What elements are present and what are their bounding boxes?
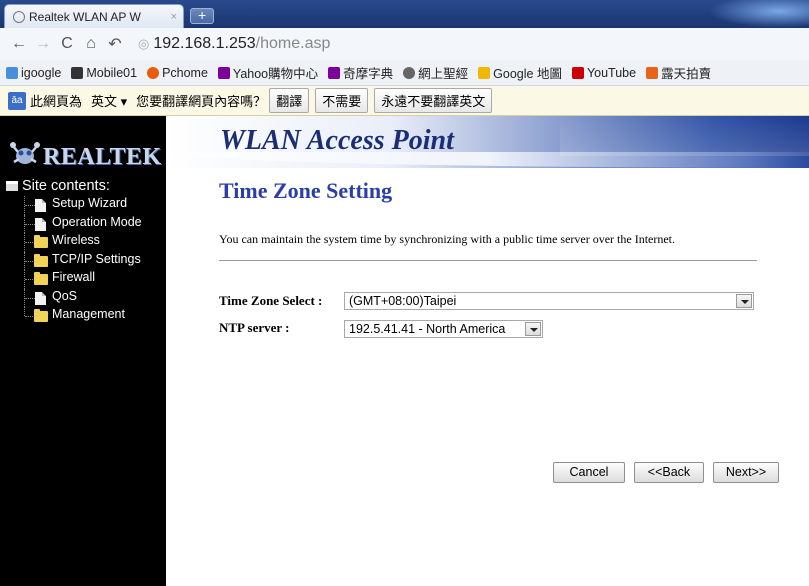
page-icon bbox=[35, 217, 46, 231]
back-button[interactable]: <<Back bbox=[634, 462, 704, 483]
page-icon bbox=[35, 199, 46, 212]
root-icon bbox=[6, 181, 18, 191]
translate-icon: āa bbox=[8, 91, 26, 110]
tab-title: Realtek WLAN AP W bbox=[29, 9, 141, 24]
bookmark-igoogle[interactable]: igoogle bbox=[6, 66, 61, 80]
translate-button[interactable]: 翻譯 bbox=[269, 88, 310, 113]
folder-icon bbox=[34, 235, 48, 248]
translate-bar: āa 此網頁為 英文 ▾ 您要翻譯網頁內容嗎？ 翻譯 不需要 永遠不要翻譯英文 bbox=[0, 86, 809, 116]
realtek-logo: REALTEK bbox=[10, 138, 162, 174]
url-path: /home.asp bbox=[255, 35, 331, 52]
timezone-select[interactable]: (GMT+08:00)Taipei bbox=[344, 292, 754, 310]
bookmark-mobile01[interactable]: Mobile01 bbox=[71, 66, 137, 80]
reload-icon[interactable]: C bbox=[58, 35, 76, 53]
yahoo-icon bbox=[328, 66, 341, 79]
language-dropdown[interactable]: 英文 ▾ bbox=[85, 89, 133, 112]
folder-icon bbox=[34, 309, 48, 322]
ntp-server-select[interactable]: 192.5.41.41 - North America bbox=[344, 320, 543, 338]
address-bar[interactable]: ◎ 192.168.1.253 /home.asp bbox=[138, 35, 330, 53]
divider bbox=[219, 260, 757, 261]
pchome-icon bbox=[147, 66, 160, 79]
window-glow bbox=[709, 0, 809, 28]
tree-root: Site contents: bbox=[6, 178, 142, 196]
back-arrow-icon[interactable]: ← bbox=[10, 35, 28, 53]
page-title: Time Zone Setting bbox=[219, 178, 393, 203]
home-icon[interactable]: ⌂ bbox=[82, 35, 100, 53]
bookmark-pchome[interactable]: Pchome bbox=[147, 66, 208, 80]
page-info-icon: ◎ bbox=[138, 36, 150, 51]
sidebar-item-qos[interactable]: QoS bbox=[6, 288, 142, 307]
ruten-icon bbox=[646, 66, 659, 79]
maps-icon bbox=[478, 66, 491, 79]
no-translate-button[interactable]: 不需要 bbox=[315, 88, 369, 113]
page-icon bbox=[35, 291, 46, 305]
igoogle-icon bbox=[6, 66, 18, 79]
chevron-down-icon[interactable] bbox=[525, 322, 541, 336]
bookmark-youtube[interactable]: YouTube bbox=[571, 66, 636, 80]
browser-tab-strip: Realtek WLAN AP W × bbox=[0, 0, 809, 28]
next-button[interactable]: Next>> bbox=[713, 462, 779, 483]
mobile01-icon bbox=[71, 66, 84, 79]
sidebar: REALTEK Site contents: Setup Wizard Oper… bbox=[0, 116, 166, 586]
bookmark-ruten[interactable]: 露天拍賣 bbox=[646, 63, 711, 82]
bookmarks-bar: igoogle Mobile01 Pchome Yahoo購物中心 奇摩字典 網… bbox=[0, 60, 809, 86]
sidebar-item-tcpip-settings[interactable]: TCP/IP Settings bbox=[6, 251, 142, 270]
browser-tab[interactable]: Realtek WLAN AP W × bbox=[4, 4, 184, 28]
ntp-server-value: 192.5.41.41 - North America bbox=[349, 322, 506, 336]
folder-icon bbox=[34, 253, 48, 267]
sidebar-item-firewall[interactable]: Firewall bbox=[6, 270, 142, 289]
close-tab-icon[interactable]: × bbox=[171, 11, 177, 23]
main-content: Time Zone Setting You can maintain the s… bbox=[166, 168, 809, 586]
never-translate-button[interactable]: 永遠不要翻譯英文 bbox=[374, 88, 493, 113]
folder-icon bbox=[34, 272, 48, 285]
bookmark-yahoo-shopping[interactable]: Yahoo購物中心 bbox=[217, 63, 318, 82]
sidebar-item-management[interactable]: Management bbox=[6, 307, 142, 326]
bookmark-yahoo-dictionary[interactable]: 奇摩字典 bbox=[328, 63, 393, 82]
sidebar-item-setup-wizard[interactable]: Setup Wizard bbox=[6, 196, 142, 215]
header-shine bbox=[560, 116, 809, 156]
url-host: 192.168.1.253 bbox=[153, 35, 256, 52]
logo-text: REALTEK bbox=[43, 144, 162, 170]
bible-icon bbox=[403, 66, 416, 79]
timezone-value: (GMT+08:00)Taipei bbox=[349, 294, 457, 308]
translate-question: 您要翻譯網頁內容嗎？ bbox=[136, 94, 267, 109]
realtek-crab-icon bbox=[10, 142, 40, 164]
chevron-down-icon[interactable] bbox=[736, 294, 752, 308]
translate-prefix: 此網頁為 bbox=[30, 94, 83, 109]
sidebar-item-wireless[interactable]: Wireless bbox=[6, 233, 142, 252]
bookmark-google-maps[interactable]: Google 地圖 bbox=[478, 63, 562, 82]
header-title: WLAN Access Point bbox=[220, 125, 454, 156]
page-description: You can maintain the system time by sync… bbox=[219, 232, 676, 246]
site-tree: Site contents: Setup Wizard Operation Mo… bbox=[6, 178, 142, 326]
youtube-icon bbox=[571, 66, 584, 79]
new-tab-button[interactable] bbox=[190, 7, 214, 24]
browser-toolbar: ← → C ⌂ ↶ ◎ 192.168.1.253 /home.asp bbox=[0, 28, 809, 60]
forward-arrow-icon[interactable]: → bbox=[34, 35, 52, 53]
history-icon[interactable]: ↶ bbox=[106, 34, 124, 54]
bookmark-online-bible[interactable]: 網上聖經 bbox=[403, 63, 468, 82]
sidebar-item-operation-mode[interactable]: Operation Mode bbox=[6, 214, 142, 233]
cancel-button[interactable]: Cancel bbox=[553, 462, 625, 483]
ntp-server-label: NTP server : bbox=[219, 320, 290, 335]
yahoo-icon bbox=[217, 66, 230, 79]
tree-title: Site contents: bbox=[22, 178, 110, 194]
globe-icon bbox=[13, 10, 25, 23]
timezone-label: Time Zone Select : bbox=[219, 293, 323, 308]
